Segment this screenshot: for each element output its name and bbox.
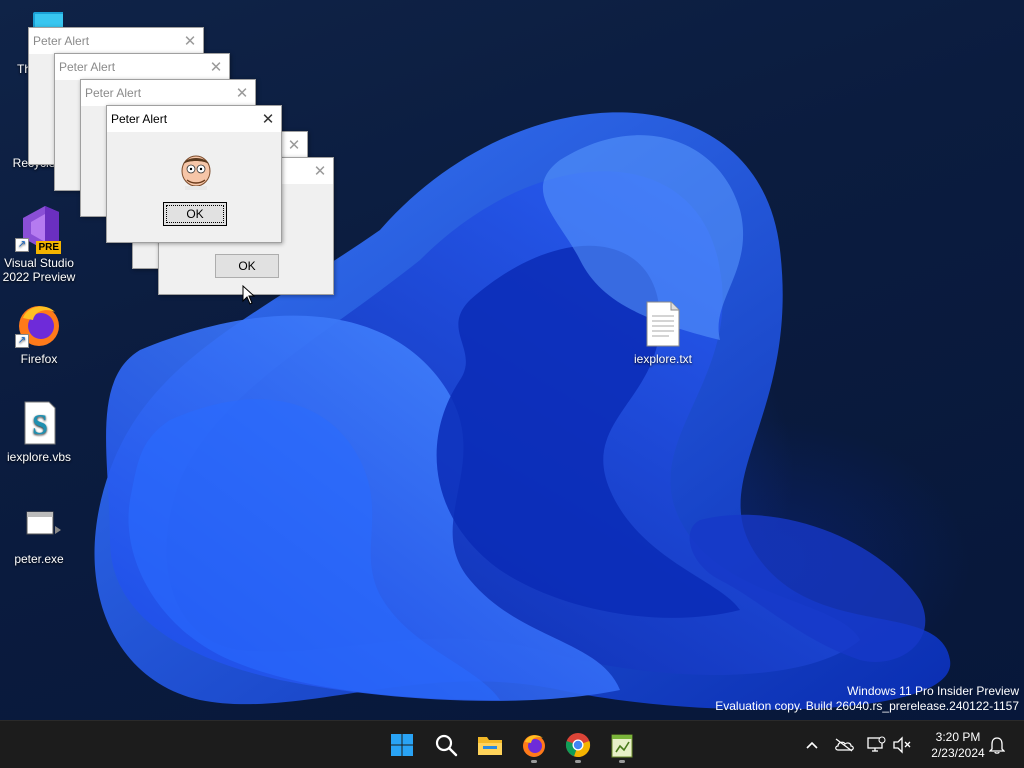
close-icon[interactable]: ✕	[281, 132, 307, 158]
dialog-title: Peter Alert	[111, 112, 168, 126]
notification-bell-icon[interactable]	[985, 733, 1009, 757]
dialog-title: Peter Alert	[59, 60, 116, 74]
desktop-icon-label: Visual Studio 2022 Preview	[2, 256, 76, 284]
file-explorer-icon	[478, 737, 502, 755]
chevron-up-icon[interactable]	[800, 733, 824, 757]
peter-alert-dialog-active[interactable]: Peter Alert ✕ OK	[106, 105, 282, 243]
onedrive-icon[interactable]	[832, 733, 856, 757]
close-icon[interactable]: ✕	[229, 80, 255, 106]
mouse-cursor-icon	[242, 285, 256, 305]
watermark-line-1: Windows 11 Pro Insider Preview	[847, 684, 1019, 698]
file-explorer-button[interactable]	[470, 725, 510, 765]
desktop-icon-peter-exe[interactable]: peter.exe	[0, 500, 78, 566]
exe-icon	[15, 500, 63, 548]
dialog-titlebar[interactable]: Peter Alert ✕	[81, 80, 255, 106]
desktop-icon-label: iexplore.vbs	[6, 450, 72, 464]
desktop-icon-iexplore-vbs[interactable]: S iexplore.vbs	[0, 398, 78, 464]
firefox-taskbar-button[interactable]	[514, 725, 554, 765]
search-button[interactable]	[426, 725, 466, 765]
dialog-titlebar[interactable]: Peter Alert ✕	[107, 106, 281, 132]
dialog-title: Peter Alert	[33, 34, 90, 48]
desktop: Th Recycle PRE ↗ Visual Studio 2022 Prev…	[0, 0, 1024, 720]
volume-muted-icon[interactable]	[890, 733, 914, 757]
shortcut-arrow-icon: ↗	[15, 334, 29, 348]
search-icon	[435, 734, 458, 757]
peter-face-icon	[179, 154, 213, 190]
close-icon[interactable]: ✕	[203, 54, 229, 80]
desktop-icon-firefox[interactable]: ↗ Firefox	[0, 300, 78, 366]
desktop-icon-iexplore-txt[interactable]: iexplore.txt	[624, 300, 702, 366]
desktop-icon-label: peter.exe	[14, 552, 64, 566]
vbs-script-icon: S	[15, 398, 63, 446]
running-indicator	[619, 760, 625, 763]
network-icon[interactable]	[864, 733, 888, 757]
taskbar: 3:20 PM 2/23/2024	[0, 720, 1024, 768]
ok-button[interactable]: OK	[215, 254, 279, 278]
notepad-taskbar-button[interactable]	[602, 725, 642, 765]
dialog-titlebar[interactable]: Peter Alert ✕	[55, 54, 229, 80]
evaluation-watermark: Windows 11 Pro Insider Preview Evaluatio…	[715, 684, 1019, 714]
close-icon[interactable]: ✕	[307, 158, 333, 184]
shortcut-arrow-icon: ↗	[15, 238, 29, 252]
firefox-icon: ↗	[15, 300, 63, 348]
visual-studio-icon: PRE ↗	[15, 204, 63, 254]
notepad-icon	[611, 734, 633, 758]
watermark-line-2: Evaluation copy. Build 26040.rs_prerelea…	[715, 699, 1019, 713]
close-icon[interactable]: ✕	[177, 28, 203, 54]
firefox-icon	[523, 735, 545, 757]
desktop-icon-visual-studio[interactable]: PRE ↗ Visual Studio 2022 Preview	[0, 204, 78, 284]
text-file-icon	[639, 300, 687, 348]
desktop-icon-label: Firefox	[20, 352, 58, 366]
dialog-titlebar[interactable]: Peter Alert ✕	[29, 28, 203, 54]
desktop-icon-label: iexplore.txt	[633, 352, 693, 366]
preview-badge: PRE	[36, 241, 61, 254]
close-icon[interactable]: ✕	[255, 106, 281, 132]
dialog-title: Peter Alert	[85, 86, 142, 100]
chrome-taskbar-button[interactable]	[558, 725, 598, 765]
start-button[interactable]	[382, 725, 422, 765]
svg-text:S: S	[32, 410, 48, 441]
chrome-icon	[565, 733, 591, 758]
running-indicator	[575, 760, 581, 763]
ok-button[interactable]: OK	[163, 202, 227, 226]
running-indicator	[531, 760, 537, 763]
start-icon	[391, 734, 413, 756]
